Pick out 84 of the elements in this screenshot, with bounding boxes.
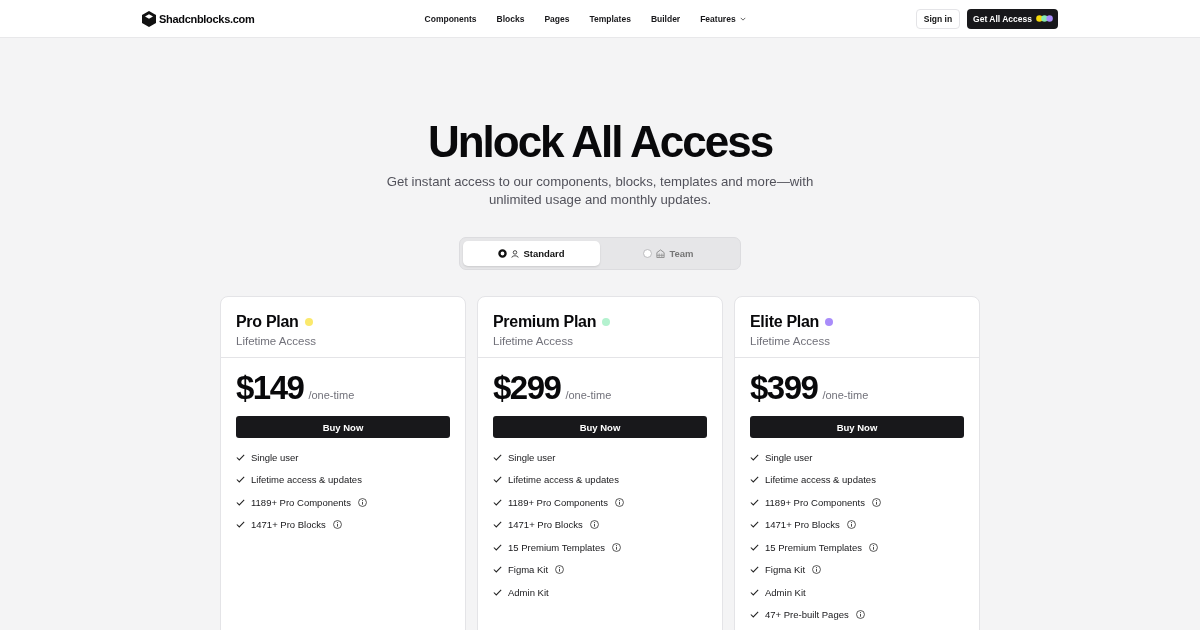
info-icon[interactable] [846,520,856,529]
plan-price: $149 [236,370,304,406]
feature-text: 47+ Pre-built Pages [765,609,849,620]
check-icon [493,453,502,461]
plan-tab[interactable]: Standard [463,241,600,266]
buy-now-button[interactable]: Buy Now [236,416,450,438]
plan-name: Premium Plan [493,312,597,332]
plan-name: Elite Plan [750,312,820,332]
logo-text[interactable]: Shadcnblocks.com [159,12,255,25]
check-icon [750,476,759,483]
feature-text: Single user [508,451,556,463]
info-icon[interactable] [357,497,367,507]
feature-text: 1471+ Pro Blocks [508,519,583,530]
nav-link[interactable]: Blocks [496,13,525,24]
check-icon [493,476,502,483]
sign-in-button[interactable]: Sign in [915,8,961,29]
feature-text: 15 Premium Templates [765,541,862,553]
person-icon [511,249,520,258]
color-dots-icon [1036,15,1053,22]
plan-tab[interactable]: Team [600,241,737,266]
feature-text: 1189+ Pro Components [251,496,351,508]
feature-text: Admin Kit [765,586,806,598]
feature-text: Lifetime access & updates [251,474,362,485]
plan-subtitle: Lifetime Access [236,334,317,349]
info-icon[interactable] [589,520,599,529]
check-icon [236,521,245,528]
building-icon [656,249,666,258]
buy-now-button[interactable]: Buy Now [493,416,707,438]
plan-price: $399 [750,370,818,406]
plan-name: Pro Plan [236,312,299,332]
check-icon [493,543,502,551]
hero-subtitle: Get instant access to our components, blocks, templates and more—with unlimited usage and monthly updates. [385,173,815,208]
plan-subtitle: Lifetime Access [493,334,574,349]
check-icon [750,588,759,596]
buy-now-button[interactable]: Buy Now [750,416,964,438]
check-icon [493,521,502,528]
check-icon [750,543,759,551]
check-icon [236,453,245,461]
price-period: /one-time [822,389,869,401]
info-icon[interactable] [555,565,565,574]
info-icon[interactable] [332,520,342,529]
feature-text: Lifetime access & updates [508,474,619,485]
check-icon [750,453,759,461]
check-icon [750,566,759,573]
feature-text: 1471+ Pro Blocks [765,519,840,530]
feature-text: Figma Kit [508,564,549,575]
check-icon [493,566,502,573]
radio-icon [643,249,653,258]
feature-text: 15 Premium Templates [508,541,605,553]
plan-subtitle: Lifetime Access [750,334,831,349]
logo-icon[interactable] [142,10,156,27]
nav-link[interactable]: Templates [589,13,631,24]
info-icon[interactable] [871,497,881,507]
plan-price: $299 [493,370,561,406]
hero-title: Unlock All Access [427,116,773,168]
info-icon[interactable] [855,610,865,619]
radio-icon [498,249,508,258]
feature-text: Figma Kit [765,564,806,575]
check-icon [493,498,502,506]
feature-text: 1189+ Pro Components [765,496,865,508]
check-icon [750,611,759,618]
info-icon[interactable] [869,542,878,552]
nav-link[interactable]: Builder [650,13,681,24]
check-icon [493,588,502,596]
feature-text: Single user [251,451,299,463]
price-period: /one-time [565,389,612,401]
nav-link[interactable]: Components [424,13,477,24]
info-icon[interactable] [812,565,822,574]
check-icon [750,498,759,506]
feature-text: 1189+ Pro Components [508,496,608,508]
nav-dropdown[interactable]: Features [700,13,746,24]
chevron-down-icon [739,16,746,21]
info-icon[interactable] [614,497,624,507]
feature-text: Admin Kit [508,586,549,598]
info-icon[interactable] [612,542,621,552]
feature-text: 1471+ Pro Blocks [251,519,326,530]
price-period: /one-time [308,389,355,401]
check-icon [236,476,245,483]
get-access-button[interactable]: Get All Access [967,8,1058,29]
check-icon [750,521,759,528]
nav-link[interactable]: Pages [544,13,570,24]
check-icon [236,498,245,506]
feature-text: Single user [765,451,813,463]
feature-text: Lifetime access & updates [765,474,876,485]
